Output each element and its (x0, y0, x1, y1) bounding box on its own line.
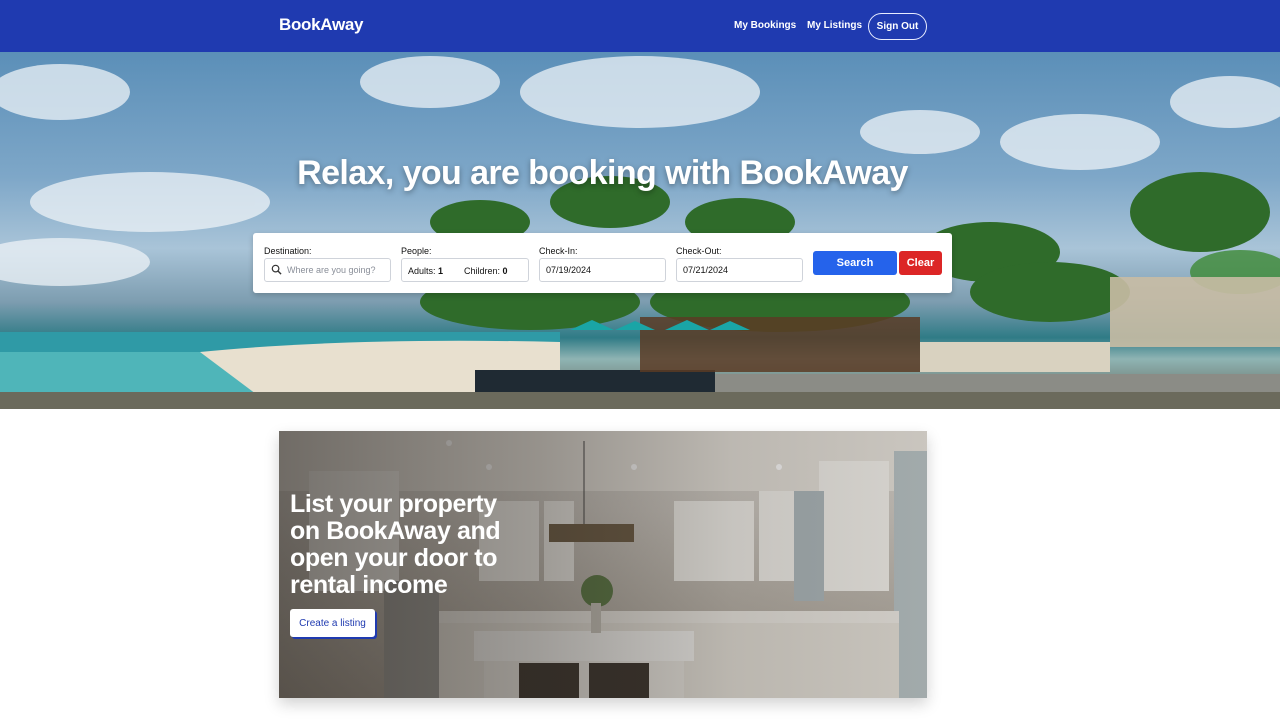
adults-label: Adults: (408, 266, 436, 276)
search-icon (271, 264, 283, 276)
check-out-value: 07/21/2024 (683, 265, 729, 275)
brand-logo[interactable]: BookAway (279, 15, 364, 35)
adults-value: 1 (438, 266, 444, 276)
check-in-label: Check-In: (539, 246, 578, 256)
hero-background-image (0, 56, 1280, 409)
hero-title: Relax, you are booking with BookAway (297, 154, 908, 192)
sign-out-button[interactable]: Sign Out (868, 13, 927, 40)
search-form: Destination: People: Adults: 1 Children:… (253, 233, 952, 293)
check-in-field[interactable]: 07/19/2024 (539, 258, 666, 282)
create-listing-button[interactable]: Create a listing (290, 609, 375, 637)
people-selector[interactable]: Adults: 1 Children: 0 (401, 258, 529, 282)
hero-banner: Relax, you are booking with BookAway (0, 52, 1280, 409)
list-property-promo: List your property on BookAway and open … (279, 431, 927, 698)
check-out-label: Check-Out: (676, 246, 722, 256)
children-label: Children: (464, 266, 501, 276)
destination-label: Destination: (264, 246, 312, 256)
nav-my-listings[interactable]: My Listings (807, 20, 862, 31)
check-in-value: 07/19/2024 (546, 265, 592, 275)
nav-my-bookings[interactable]: My Bookings (734, 20, 796, 31)
destination-field[interactable] (264, 258, 391, 282)
children-value: 0 (502, 266, 508, 276)
check-out-field[interactable]: 07/21/2024 (676, 258, 803, 282)
promo-headline: List your property on BookAway and open … (290, 490, 501, 599)
adults-count: Adults: 1 (408, 266, 443, 276)
destination-input[interactable] (287, 265, 387, 275)
clear-button[interactable]: Clear (899, 251, 942, 275)
search-button[interactable]: Search (813, 251, 897, 275)
people-label: People: (401, 246, 432, 256)
top-navbar: BookAway My Bookings My Listings Sign Ou… (0, 0, 1280, 52)
children-count: Children: 0 (464, 266, 508, 276)
